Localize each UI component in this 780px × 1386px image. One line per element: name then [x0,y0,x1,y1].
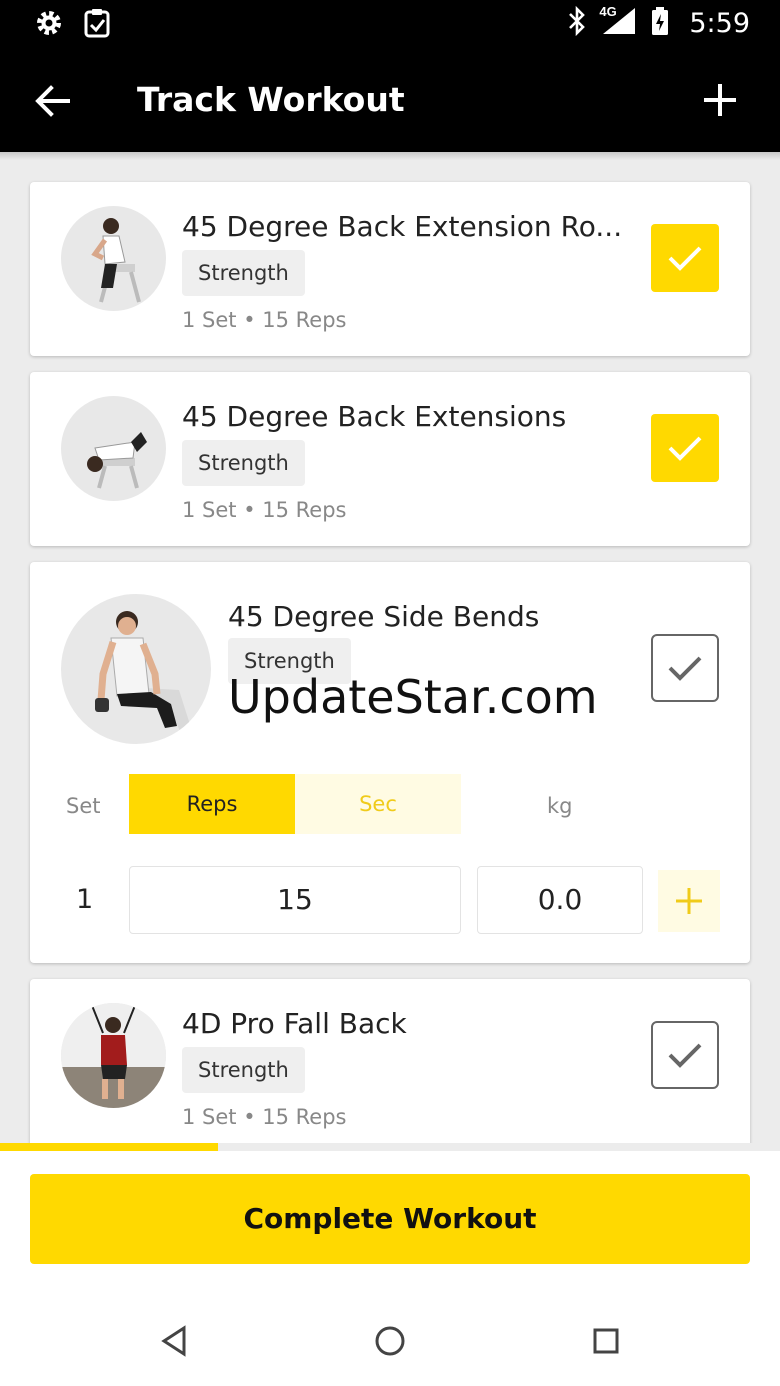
complete-workout-button[interactable]: Complete Workout [30,1174,750,1264]
exercise-thumbnail [61,1003,166,1108]
set-column-label: Set [66,794,101,818]
battery-charging-icon [651,6,669,41]
clock: 5:59 [689,8,750,39]
exercise-card[interactable]: 45 Degree Back Extension Ro... Strength … [30,182,750,356]
set-number: 1 [76,884,94,915]
check-icon [668,1043,702,1068]
nav-recents-icon[interactable] [583,1318,629,1364]
add-set-button[interactable] [658,870,720,932]
exercise-thumbnail [61,396,166,501]
category-tag: Strength [182,440,305,486]
status-bar: 4G 5:59 [0,0,780,48]
check-icon [668,656,702,681]
exercise-name: 45 Degree Side Bends [228,600,540,633]
exercise-meta: 1 Set • 15 Reps [182,1105,347,1129]
add-icon[interactable] [698,78,742,122]
exercise-name: 45 Degree Back Extension Ro... [182,210,623,243]
check-icon [668,246,702,271]
bluetooth-icon [567,5,587,41]
cellular-signal-icon: 4G [599,4,637,41]
back-arrow-icon[interactable] [30,78,76,124]
exercise-thumbnail [61,206,166,311]
nav-home-icon[interactable] [367,1318,413,1364]
exercise-card[interactable]: 45 Degree Back Extensions Strength 1 Set… [30,372,750,546]
complete-checkbox[interactable] [651,1021,719,1089]
workout-progress-bar [0,1143,780,1151]
reps-toggle[interactable]: Reps [129,774,295,834]
clipboard-check-icon [84,8,110,43]
workout-progress-fill [0,1143,219,1151]
weight-input[interactable]: 0.0 [477,866,643,934]
system-nav-bar [0,1296,780,1386]
app-bar: Track Workout [0,48,780,152]
category-tag: Strength [182,1047,305,1093]
network-type-label: 4G [599,4,617,19]
category-tag: Strength [182,250,305,296]
complete-checkbox[interactable] [651,414,719,482]
exercise-meta: 1 Set • 15 Reps [182,308,347,332]
watermark: UpdateStar.com [228,670,598,724]
plus-icon [676,888,702,914]
exercise-name: 45 Degree Back Extensions [182,400,567,433]
complete-checkbox[interactable] [651,634,719,702]
exercise-thumbnail [61,594,211,744]
app-bar-shadow [0,152,780,160]
exercise-name: 4D Pro Fall Back [182,1007,407,1040]
reps-input[interactable]: 15 [129,866,461,934]
nav-back-icon[interactable] [152,1318,198,1364]
check-icon [668,436,702,461]
page-title: Track Workout [137,80,405,119]
complete-checkbox[interactable] [651,224,719,292]
kg-column-label: kg [547,794,573,818]
sec-toggle[interactable]: Sec [295,774,461,834]
exercise-meta: 1 Set • 15 Reps [182,498,347,522]
gear-icon [34,8,64,43]
